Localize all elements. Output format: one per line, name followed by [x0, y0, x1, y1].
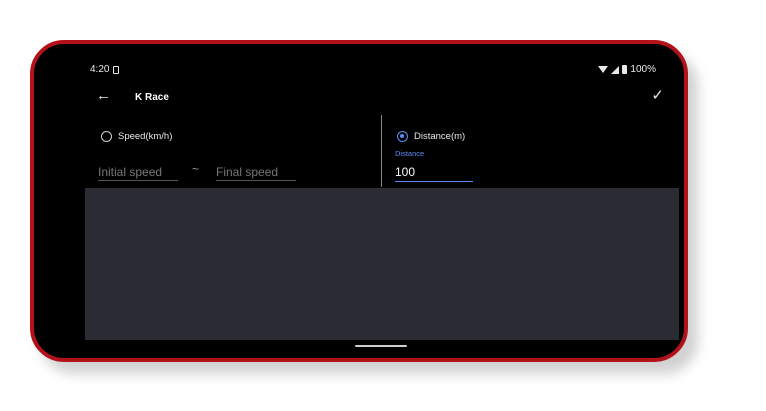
status-bar-left: 4:20	[90, 64, 120, 75]
vertical-divider	[381, 115, 382, 187]
confirm-check-icon[interactable]: ✓	[651, 88, 664, 104]
distance-input[interactable]: 100	[395, 163, 473, 182]
stage: 4:20 100% ← K Race ✓ Speed(km/h) Initial…	[0, 0, 766, 411]
app-screen: 4:20 100% ← K Race ✓ Speed(km/h) Initial…	[34, 44, 684, 358]
sim-card-icon	[113, 65, 120, 74]
speed-option-label[interactable]: Speed(km/h)	[118, 131, 172, 142]
status-time: 4:20	[90, 64, 110, 75]
cellular-signal-icon	[611, 65, 620, 74]
home-indicator[interactable]	[355, 345, 407, 347]
distance-radio-button[interactable]	[397, 131, 408, 142]
status-bar-right: 100%	[598, 64, 656, 75]
distance-option-label[interactable]: Distance(m)	[414, 131, 465, 142]
back-arrow-icon[interactable]: ←	[96, 88, 111, 104]
battery-icon	[622, 65, 628, 74]
final-speed-input[interactable]: Final speed	[216, 164, 296, 181]
speed-range-separator: ~	[192, 162, 200, 176]
battery-percentage: 100%	[630, 64, 656, 75]
wifi-icon	[598, 66, 609, 73]
page-title: K Race	[135, 92, 169, 103]
initial-speed-input[interactable]: Initial speed	[98, 164, 178, 181]
phone-frame: 4:20 100% ← K Race ✓ Speed(km/h) Initial…	[30, 40, 688, 362]
content-panel	[85, 188, 679, 340]
speed-radio-button[interactable]	[101, 131, 112, 142]
distance-field-caption: Distance	[395, 149, 425, 158]
